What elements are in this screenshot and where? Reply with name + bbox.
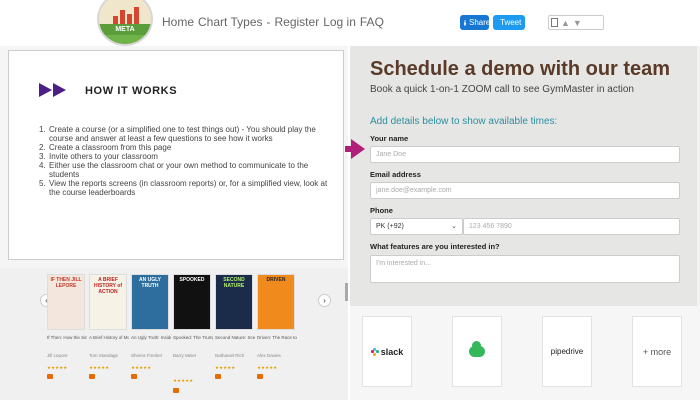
- integration-card-pipedrive[interactable]: pipedrive: [542, 316, 592, 387]
- rating-stars-icon: ★★★★★: [131, 365, 152, 370]
- step-item: 1. Create a course (or a simplified one t…: [39, 125, 316, 143]
- prime-badge-icon: [215, 374, 221, 379]
- features-label: What features are you interested in?: [370, 242, 500, 251]
- prime-badge-icon: [257, 374, 263, 379]
- how-it-works-card: HOW IT WORKS 1. Create a course (or a sim…: [8, 50, 344, 260]
- upvote-icon[interactable]: ▲: [561, 18, 570, 28]
- book-author: Alex Davies: [257, 353, 281, 358]
- facebook-icon: f: [464, 19, 466, 26]
- demo-heading: Schedule a demo with our team: [370, 58, 671, 80]
- book-author: Jill Lepore: [47, 353, 68, 358]
- book-card[interactable]: SECOND NATURE: [215, 274, 253, 330]
- vote-box-icon: [551, 18, 558, 27]
- prime-badge-icon: [131, 374, 137, 379]
- rating-stars-icon: ★★★★★: [257, 365, 278, 370]
- phone-label: Phone: [370, 206, 393, 215]
- rating-stars-icon: ★★★★★: [47, 365, 68, 370]
- book-author: Sheera Frenkel: [131, 353, 162, 358]
- pipedrive-label: pipedrive: [550, 347, 584, 356]
- email-label: Email address: [370, 170, 421, 179]
- downvote-icon[interactable]: ▼: [573, 18, 582, 28]
- nav-separator: -: [266, 15, 271, 29]
- vote-widget[interactable]: ▲ ▼: [548, 15, 604, 30]
- book-title[interactable]: Second Nature: Scenes from the Remade...: [215, 335, 255, 340]
- nav-home[interactable]: Home: [162, 15, 194, 29]
- book-title[interactable]: A Brief History of Motion: From the...: [89, 335, 129, 340]
- top-bar: META Home Chart Types - Register Log in …: [0, 0, 700, 46]
- step-item: 5. View the reports screens (in classroom…: [39, 179, 328, 197]
- twitter-tweet-button[interactable]: Tweet: [493, 15, 525, 30]
- book-author: Tom Standage: [89, 353, 119, 358]
- email-input[interactable]: jane.doe@example.com: [370, 182, 680, 199]
- cloud-icon: [469, 341, 485, 357]
- rating-stars-icon: ★★★★★: [173, 378, 194, 383]
- arrow-pointer-icon: [345, 139, 365, 159]
- step-item: 3. Invite others to your classroom: [39, 152, 158, 161]
- book-title[interactable]: If Then: How the Simulmatics...: [47, 335, 87, 340]
- facebook-share-label: Share: [469, 18, 491, 27]
- book-author: Barry Meier: [173, 353, 197, 358]
- nav-faq[interactable]: FAQ: [360, 15, 384, 29]
- book-card[interactable]: SPOOKED: [173, 274, 211, 330]
- book-title[interactable]: Driven: The Race to Create the Autonomo.…: [257, 335, 297, 340]
- integration-card-more[interactable]: + more: [632, 316, 682, 387]
- top-nav: Home Chart Types - Register Log in FAQ: [162, 15, 384, 29]
- book-card[interactable]: IF THEN JILL LEPORE: [47, 274, 85, 330]
- nav-chart-types[interactable]: Chart Types: [198, 15, 262, 29]
- chevron-down-icon: ⌄: [451, 223, 457, 230]
- phone-input[interactable]: 123 456 7890: [463, 218, 680, 235]
- slack-label: slack: [380, 346, 404, 357]
- book-author: Nathaniel Rich: [215, 353, 245, 358]
- name-label: Your name: [370, 134, 409, 143]
- rating-stars-icon: ★★★★★: [89, 365, 110, 370]
- fast-forward-icon: [39, 83, 66, 97]
- prime-badge-icon: [89, 374, 95, 379]
- book-card[interactable]: DRIVEN: [257, 274, 295, 330]
- prime-badge-icon: [47, 374, 53, 379]
- name-input[interactable]: Jane Doe: [370, 146, 680, 163]
- features-textarea[interactable]: I'm interested in...: [370, 255, 680, 283]
- step-item: 2. Create a classroom from this page: [39, 143, 172, 152]
- book-card[interactable]: A BRIEF HISTORY of ACTION: [89, 274, 127, 330]
- demo-subheading: Book a quick 1-on-1 ZOOM call to see Gym…: [370, 84, 634, 95]
- how-it-works-title: HOW IT WORKS: [85, 85, 178, 97]
- book-title[interactable]: Spooked: The Trump Dossier, Black Cube, …: [173, 335, 213, 340]
- logo-text: META: [99, 24, 151, 35]
- country-code-value: PK (+92): [376, 223, 404, 230]
- more-label: + more: [642, 346, 672, 357]
- nav-login[interactable]: Log in: [323, 15, 356, 29]
- how-it-works-steps: 1. Create a course (or a simplified one t…: [39, 125, 339, 197]
- twitter-tweet-label: Tweet: [500, 18, 522, 27]
- carousel-next-icon[interactable]: ›: [318, 294, 331, 307]
- site-logo[interactable]: META: [97, 0, 153, 46]
- integration-card-slack[interactable]: slack: [362, 316, 412, 387]
- integration-card-cloud[interactable]: [452, 316, 502, 387]
- rating-stars-icon: ★★★★★: [215, 365, 236, 370]
- slack-icon: [370, 347, 379, 356]
- step-item: 4. Either use the classroom chat or your …: [39, 161, 309, 179]
- nav-register[interactable]: Register: [275, 15, 320, 29]
- facebook-share-button[interactable]: f Share: [460, 15, 491, 30]
- country-code-select[interactable]: PK (+92) ⌄: [370, 218, 463, 235]
- page-scrollbar[interactable]: [345, 283, 348, 301]
- book-card[interactable]: AN UGLY TRUTH: [131, 274, 169, 330]
- demo-prompt: Add details below to show available time…: [370, 116, 558, 127]
- prime-badge-icon: [173, 388, 179, 393]
- book-title[interactable]: An Ugly Truth: Inside Facebook's Battle …: [131, 335, 171, 340]
